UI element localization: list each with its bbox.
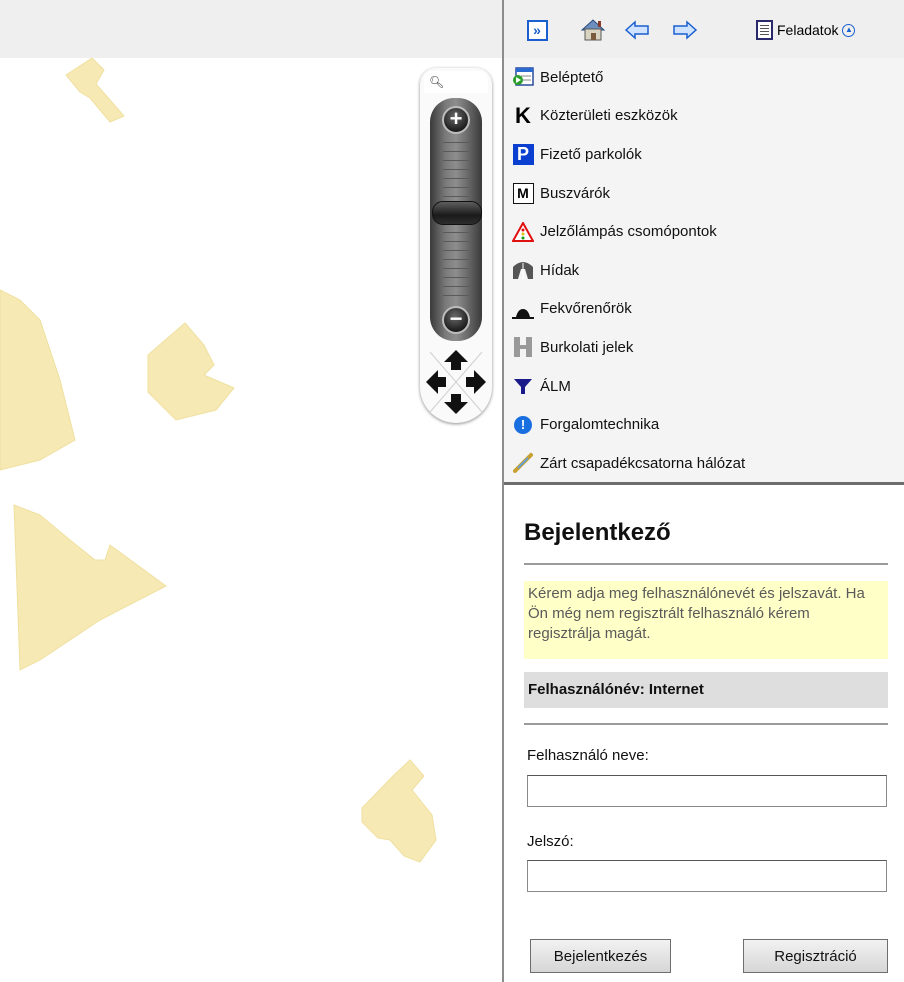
login-button[interactable]: Bejelentkezés xyxy=(530,939,671,973)
plus-icon: + xyxy=(449,106,463,131)
username-label: Felhasználó neve: xyxy=(527,747,649,764)
entry-form-icon xyxy=(512,66,534,88)
expand-panel-button[interactable]: » xyxy=(524,17,550,43)
forward-button[interactable] xyxy=(672,17,698,43)
letter-h-icon xyxy=(512,336,534,358)
divider xyxy=(524,723,888,725)
layer-item-hidak[interactable]: Hídak xyxy=(504,251,904,290)
layer-label: Fizető parkolók xyxy=(540,145,642,163)
magnifier-icon: 🔍︎ xyxy=(429,75,445,89)
chevron-up-circle-icon[interactable]: ▲ xyxy=(842,23,856,37)
layer-item-alm[interactable]: ÁLM xyxy=(504,367,904,406)
layer-item-fekvorenorok[interactable]: Fekvőrenőrök xyxy=(504,290,904,329)
expand-double-arrow-icon: » xyxy=(526,19,548,41)
speed-bump-icon xyxy=(512,298,534,320)
letter-k-icon: K xyxy=(515,102,531,128)
map-view[interactable]: 🔍︎ + − xyxy=(0,0,502,982)
divider xyxy=(524,563,888,565)
layer-item-buszvarok[interactable]: M Buszvárók xyxy=(504,174,904,213)
zoom-in-button[interactable]: + xyxy=(442,106,470,134)
layer-label: Forgalomtechnika xyxy=(540,416,660,434)
layer-label: Burkolati jelek xyxy=(540,338,634,356)
login-title: Bejelentkező xyxy=(524,519,671,546)
parking-icon: P xyxy=(512,143,534,165)
arrow-right-icon xyxy=(673,20,698,40)
arrow-left-icon xyxy=(624,20,649,40)
pipe-icon xyxy=(512,452,534,474)
layer-label: Közterületi eszközök xyxy=(540,107,678,125)
bridge-icon xyxy=(512,259,534,281)
parcel xyxy=(65,57,125,123)
info-icon: ! xyxy=(512,414,534,436)
pan-left-icon[interactable] xyxy=(426,370,446,394)
login-info-text: Kérem adja meg felhasználónevét és jelsz… xyxy=(524,581,888,659)
side-panel: » Feladatok ▲ Beléptető K Közterületi es… xyxy=(502,0,904,982)
layer-list: Beléptető K Közterületi eszközök P Fizet… xyxy=(504,58,904,482)
layer-label: Buszvárók xyxy=(540,184,611,202)
pan-control xyxy=(424,346,488,418)
layer-item-burkolati-jelek[interactable]: Burkolati jelek xyxy=(504,328,904,367)
letter-m-icon: M xyxy=(512,182,534,204)
login-form: Bejelentkező Kérem adja meg felhasználón… xyxy=(504,485,904,982)
back-button[interactable] xyxy=(624,17,650,43)
tasks-label: Feladatok xyxy=(777,22,839,38)
password-label: Jelszó: xyxy=(527,833,574,850)
minus-icon: − xyxy=(449,306,463,331)
funnel-icon xyxy=(512,375,534,397)
layer-label: Zárt csapadékcsatorna hálózat xyxy=(540,454,746,472)
zoom-out-button[interactable]: − xyxy=(442,306,470,334)
zoom-slider-handle[interactable] xyxy=(432,200,482,225)
panel-toolbar: » Feladatok ▲ xyxy=(504,0,904,58)
zoom-slider[interactable]: + − xyxy=(430,98,482,341)
pan-right-icon[interactable] xyxy=(466,370,486,394)
parcel xyxy=(361,759,437,863)
username-input[interactable] xyxy=(527,775,887,807)
zoom-control: 🔍︎ + − xyxy=(420,68,492,423)
password-input[interactable] xyxy=(527,860,887,892)
pan-down-icon[interactable] xyxy=(444,394,468,414)
layer-item-zart-csapadekcsatorna-halozat[interactable]: Zárt csapadékcsatorna hálózat xyxy=(504,444,904,483)
warning-triangle-icon xyxy=(512,221,534,243)
layer-item-jelzolampas-csomopontok[interactable]: Jelzőlámpás csomópontok xyxy=(504,212,904,251)
layer-label: ÁLM xyxy=(540,377,571,395)
layer-item-belepteto[interactable]: Beléptető xyxy=(504,58,904,97)
pan-up-icon[interactable] xyxy=(444,350,468,370)
layer-label: Jelzőlámpás csomópontok xyxy=(540,223,717,241)
parcel xyxy=(0,289,76,471)
home-button[interactable] xyxy=(580,17,606,43)
document-icon xyxy=(756,20,773,40)
layer-item-kozteruleti-eszkozok[interactable]: K Közterületi eszközök xyxy=(504,97,904,136)
tasks-menu[interactable]: Feladatok ▲ xyxy=(756,17,856,43)
parcel xyxy=(13,504,167,671)
current-user-label: Felhasználónév: Internet xyxy=(524,672,888,708)
register-button[interactable]: Regisztráció xyxy=(743,939,888,973)
layer-item-forgalomtechnika[interactable]: ! Forgalomtechnika xyxy=(504,405,904,444)
parcel xyxy=(147,322,235,421)
zoom-search-box[interactable]: 🔍︎ xyxy=(424,71,488,93)
layer-label: Fekvőrenőrök xyxy=(540,300,632,318)
layer-label: Beléptető xyxy=(540,68,604,86)
home-icon xyxy=(580,19,606,41)
layer-label: Hídak xyxy=(540,261,580,279)
layer-item-fizeto-parkolok[interactable]: P Fizető parkolók xyxy=(504,135,904,174)
